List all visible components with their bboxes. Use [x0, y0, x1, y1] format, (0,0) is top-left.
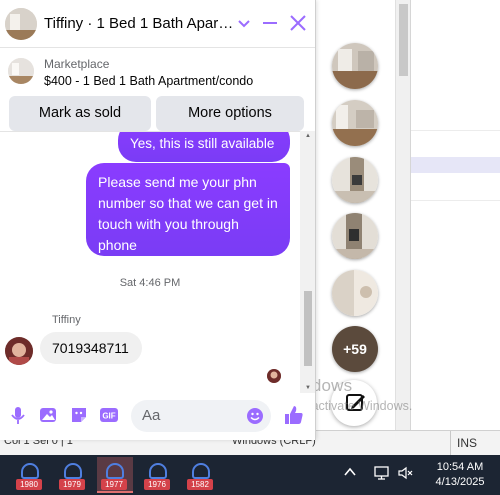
divider — [411, 200, 500, 201]
microphone-icon[interactable] — [7, 404, 29, 426]
message-scrollbar[interactable]: ▲ ▼ — [300, 131, 315, 393]
taskbar-app[interactable]: 1979 — [55, 457, 91, 493]
conversation-title[interactable]: Tiffiny · 1 Bed 1 Bath Apart... — [44, 15, 234, 32]
svg-text:GIF: GIF — [102, 412, 115, 421]
app-icon — [64, 463, 82, 479]
taskbar-app[interactable]: 1976 — [140, 457, 176, 493]
app-icon — [21, 463, 39, 479]
avatar[interactable] — [5, 337, 33, 365]
notification-badge: 1582 — [187, 479, 213, 490]
clock-time: 10:54 AM — [436, 461, 484, 473]
app-icon — [106, 463, 124, 479]
notification-badge: 1979 — [59, 479, 85, 490]
chat-head[interactable] — [332, 100, 378, 146]
scroll-down-arrow-icon[interactable]: ▼ — [304, 385, 312, 391]
chat-heads: +59 — [318, 0, 398, 440]
chevron-down-icon[interactable] — [233, 12, 255, 34]
listing-title: $400 - 1 Bed 1 Bath Apartment/condo — [44, 74, 254, 88]
thumbs-up-icon[interactable] — [282, 403, 306, 427]
chat-head[interactable] — [332, 157, 378, 203]
scroll-up-arrow-icon[interactable]: ▲ — [304, 133, 312, 139]
mark-as-sold-button[interactable]: Mark as sold — [9, 96, 151, 131]
listing-label: Marketplace — [44, 57, 110, 71]
photo-icon[interactable] — [37, 404, 59, 426]
seen-avatar — [267, 369, 281, 383]
chat-head[interactable] — [332, 43, 378, 89]
taskbar-app[interactable]: 1582 — [183, 457, 219, 493]
gif-icon[interactable]: GIF — [98, 404, 120, 426]
incoming-message: 7019348711 — [40, 332, 142, 364]
clock-date: 4/13/2025 — [435, 476, 485, 488]
more-chats-button[interactable]: +59 — [332, 326, 378, 372]
sender-name: Tiffiny — [52, 314, 81, 326]
sticker-icon[interactable] — [68, 404, 90, 426]
chevron-up-icon[interactable] — [343, 465, 357, 482]
volume-muted-icon[interactable] — [397, 465, 415, 481]
chat-window: Tiffiny · 1 Bed 1 Bath Apart... Marketpl… — [0, 0, 316, 440]
more-chats-count: +59 — [343, 341, 367, 357]
minimize-icon[interactable] — [259, 12, 281, 34]
notification-badge: 1976 — [144, 479, 170, 490]
network-icon[interactable] — [373, 465, 391, 481]
app-icon — [192, 463, 210, 479]
new-message-button[interactable] — [331, 380, 377, 426]
message-input-placeholder: Aa — [142, 407, 161, 424]
more-options-button[interactable]: More options — [156, 96, 304, 131]
chat-header: Tiffiny · 1 Bed 1 Bath Apart... — [0, 0, 315, 48]
message-list: Yes, this is still available Please send… — [0, 131, 300, 393]
taskbar-app[interactable]: 1980 — [12, 457, 48, 493]
close-icon[interactable] — [287, 12, 309, 34]
divider — [411, 130, 500, 131]
taskbar-app-active[interactable]: 1977 — [97, 457, 133, 493]
status-insert-mode: INS — [450, 431, 500, 456]
background-panel — [410, 0, 500, 430]
app-icon — [149, 463, 167, 479]
message-timestamp: Sat 4:46 PM — [119, 277, 181, 289]
notification-badge: 1977 — [101, 479, 127, 490]
outgoing-message: Please send me your phn number so that w… — [86, 163, 290, 256]
listing-thumbnail — [8, 58, 34, 84]
marketplace-listing[interactable]: Marketplace $400 - 1 Bed 1 Bath Apartmen… — [0, 48, 315, 96]
message-composer: GIF Aa — [0, 393, 315, 440]
background-scrollbar-thumb[interactable] — [399, 4, 408, 76]
emoji-icon[interactable] — [245, 406, 265, 426]
highlighted-row — [411, 157, 500, 173]
message-scrollbar-thumb[interactable] — [304, 291, 312, 366]
outgoing-message: Yes, this is still available — [118, 132, 290, 162]
chat-head[interactable] — [332, 213, 378, 259]
system-clock[interactable]: 10:54 AM 4/13/2025 — [425, 460, 495, 490]
notification-badge: 1980 — [16, 479, 42, 490]
avatar[interactable] — [5, 8, 37, 40]
compose-icon — [346, 394, 365, 411]
chat-head[interactable] — [332, 270, 378, 316]
